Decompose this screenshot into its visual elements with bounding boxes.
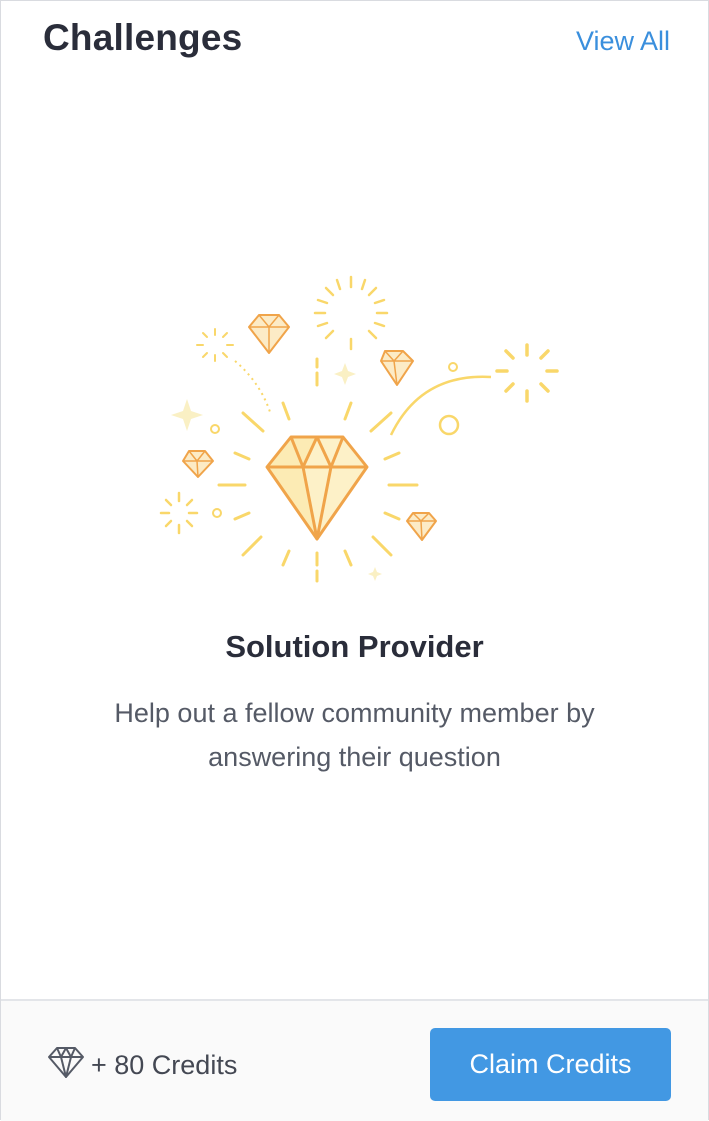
card-title: Challenges [43, 17, 243, 58]
claim-credits-button[interactable]: Claim Credits [430, 1028, 671, 1101]
challenge-title: Solution Provider [225, 629, 484, 664]
credits-reward: + 80 Credits [47, 1045, 237, 1086]
diamond-icon [47, 1045, 91, 1086]
credits-label: + 80 Credits [91, 1050, 238, 1080]
challenge-description: Help out a fellow community member by an… [114, 698, 595, 772]
view-all-link[interactable]: View All [576, 26, 670, 57]
diamond-celebration-icon [151, 263, 571, 593]
card-footer: + 80 Credits Claim Credits [1, 999, 708, 1121]
challenges-card: Challenges View All Solution Provider He… [0, 0, 709, 1121]
card-header: Challenges View All [1, 1, 708, 91]
